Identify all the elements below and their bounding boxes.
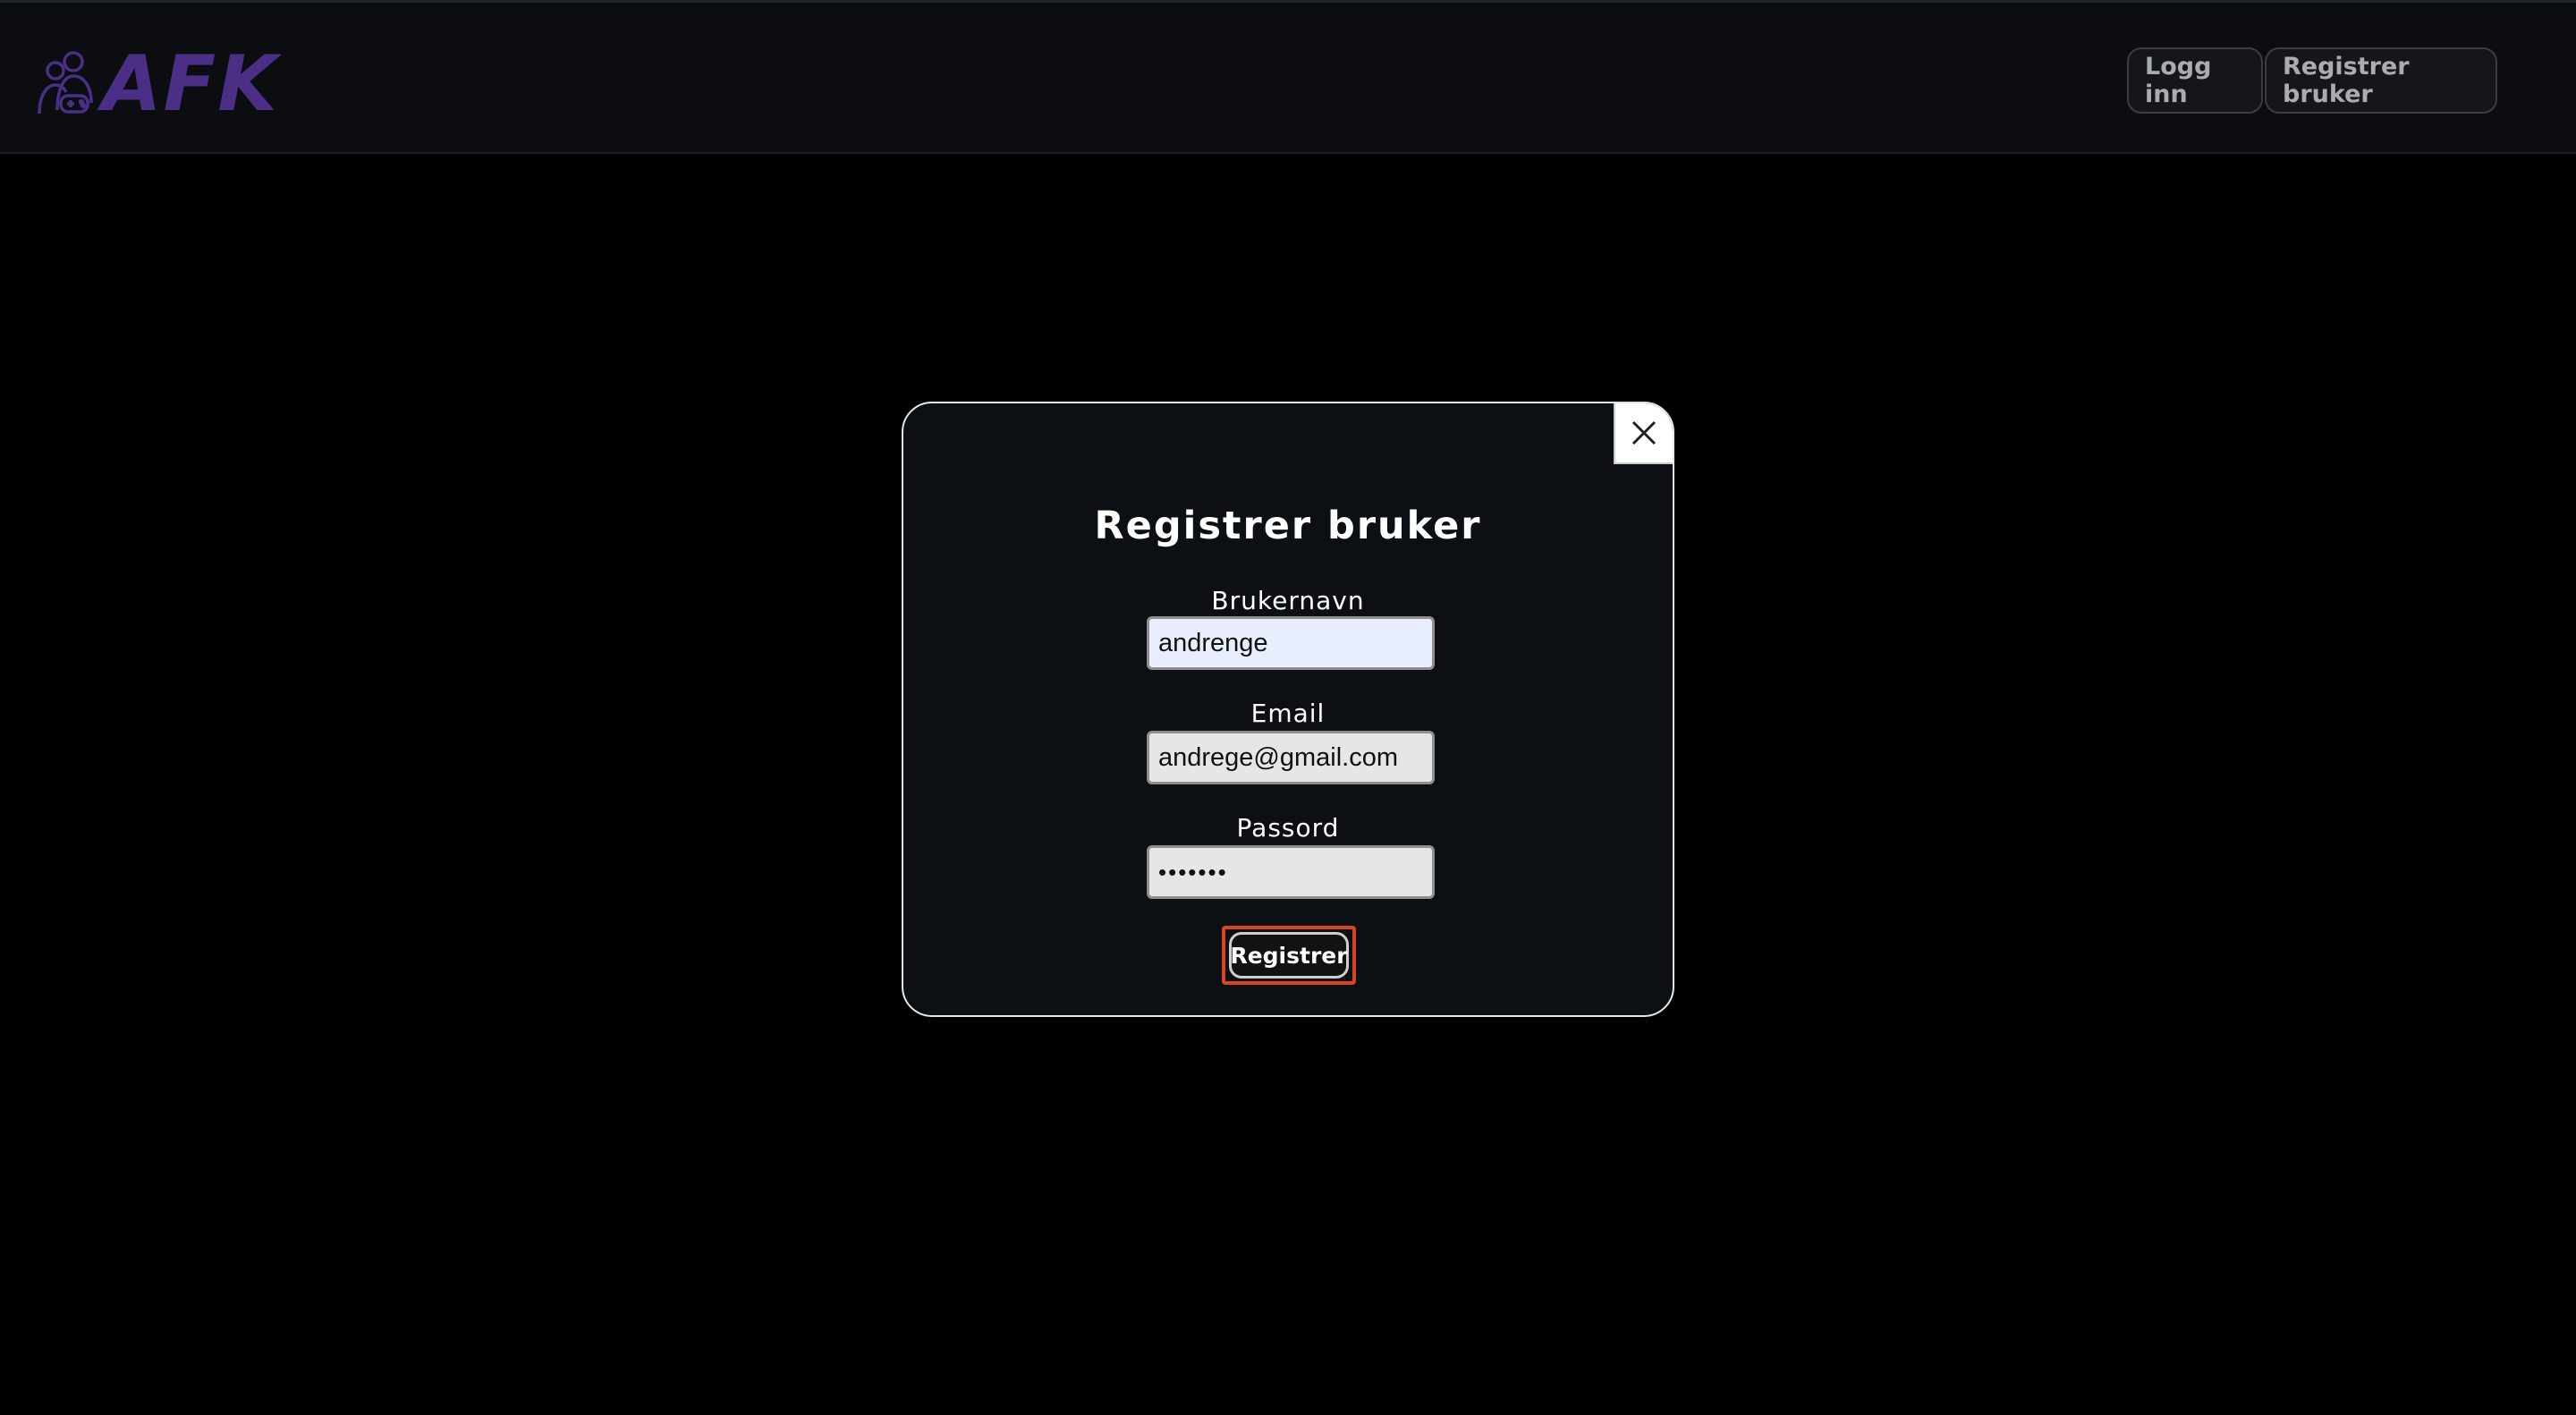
email-input[interactable]: andrege@gmail.com bbox=[1147, 731, 1435, 784]
username-label: Brukernavn bbox=[1211, 586, 1365, 615]
submit-focus-outline: Registrer bbox=[1222, 926, 1356, 985]
login-button[interactable]: Logg inn bbox=[2127, 47, 2263, 114]
close-icon bbox=[1631, 420, 1657, 445]
password-label: Passord bbox=[1236, 813, 1340, 843]
email-label: Email bbox=[1250, 699, 1326, 728]
top-navigation-bar: AFK Logg inn Registrer bruker bbox=[0, 0, 2576, 154]
register-user-button[interactable]: Registrer bruker bbox=[2265, 47, 2497, 114]
password-input[interactable]: ••••••• bbox=[1147, 845, 1435, 899]
logo-wordmark: AFK bbox=[102, 39, 279, 129]
modal-title: Registrer bruker bbox=[1094, 504, 1482, 548]
close-modal-button[interactable] bbox=[1614, 403, 1673, 464]
register-modal: Registrer bruker Brukernavn andrenge Ema… bbox=[902, 402, 1674, 1017]
username-input[interactable]: andrenge bbox=[1147, 616, 1435, 670]
register-submit-button[interactable]: Registrer bbox=[1229, 932, 1349, 979]
gamer-people-logo-icon bbox=[38, 51, 93, 114]
afk-logo[interactable]: AFK bbox=[34, 39, 290, 129]
